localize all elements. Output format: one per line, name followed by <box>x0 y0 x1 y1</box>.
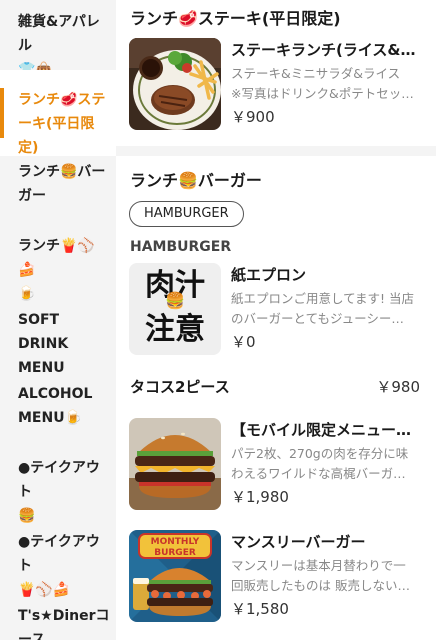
sidebar-item-label: ランチ🥩ステ ーキ(平日限定) <box>18 92 106 156</box>
sidebar-item-lunch-steak[interactable]: ランチ🥩ステ ーキ(平日限定) <box>0 70 116 156</box>
menu-item-price: ￥980 <box>376 378 420 396</box>
menu-item-name: ステーキランチ(ライス&… <box>231 41 416 59</box>
menu-item-description: パテ2枚、270gの肉を存分に味 わえるワイルドな高梶バーガ… <box>231 446 409 481</box>
section-title-burger: ランチ🍔バーガー <box>130 171 262 190</box>
sidebar-item-label: ランチ🍔バー ガー <box>18 164 106 204</box>
monthly-burger-image: MONTHLY BURGER <box>129 530 221 622</box>
juicy-warning-image: 肉汁 🍔 注意 <box>129 263 221 355</box>
sidebar-item-lunch-sides[interactable]: ランチ🍟⚾🍰 🍺 <box>0 234 116 302</box>
sidebar-item-label: SOFT DRINK MENU <box>18 312 69 376</box>
double-burger-image <box>129 418 221 510</box>
sidebar-item-dinner-course[interactable]: T's★Dinerコ ース <box>0 604 116 640</box>
menu-item-description: ステーキ&ミニサラダ&ライス ※写真はドリンク&ポテトセッ… <box>231 66 414 101</box>
sidebar-item-label: ●テイクアウト 🍔 <box>18 460 100 524</box>
menu-item-steak-lunch[interactable]: ステーキランチ(ライス&… ステーキ&ミニサラダ&ライス ※写真はドリンク&ポテ… <box>116 38 436 134</box>
menu-item-name: 紙エプロン <box>231 266 307 284</box>
menu-item-price: ￥900 <box>231 108 275 126</box>
menu-item-price: ￥0 <box>231 333 256 351</box>
menu-item-tacos[interactable]: タコス2ピース ￥980 <box>116 375 436 401</box>
menu-item-description: 紙エプロンご用意してます! 当店 のバーガーとてもジューシー… <box>231 291 414 326</box>
sidebar-item-soft-drink[interactable]: SOFT DRINK MENU <box>0 308 116 376</box>
sidebar-item-takeout-burger[interactable]: ●テイクアウト 🍔 <box>0 456 116 524</box>
tag-chip-hamburger[interactable]: HAMBURGER <box>129 201 244 227</box>
sidebar-item-goods-apparel[interactable]: 雑貨&アパレル 👕👜 <box>0 10 116 78</box>
sidebar-item-alcohol[interactable]: ALCOHOL MENU🍺 <box>0 382 116 442</box>
section-divider <box>116 146 436 156</box>
sidebar-item-label: ALCOHOL MENU🍺 <box>18 386 93 426</box>
menu-item-monthly-burger[interactable]: MONTHLY BURGER マンスリーバーガー マンスリーは基本月替わりで一 … <box>116 530 436 626</box>
menu-item-price: ￥1,980 <box>231 488 289 506</box>
sidebar-item-takeout-sides[interactable]: ●テイクアウト 🍟⚾🍰 <box>0 530 116 598</box>
menu-item-paper-apron[interactable]: 肉汁 🍔 注意 紙エプロン 紙エプロンご用意してます! 当店 のバーガーとてもジ… <box>116 263 436 359</box>
menu-item-name: 【モバイル限定メニュー… <box>231 421 412 439</box>
menu-item-price: ￥1,580 <box>231 600 289 618</box>
svg-text:BURGER: BURGER <box>154 548 196 558</box>
menu-item-mobile-limited-burger[interactable]: 【モバイル限定メニュー… パテ2枚、270gの肉を存分に味 わえるワイルドな高梶… <box>116 418 436 514</box>
menu-item-name: タコス2ピース <box>130 378 230 396</box>
subcategory-heading: HAMBURGER <box>130 239 232 255</box>
steak-plate-image <box>129 38 221 130</box>
category-sidebar: 雑貨&アパレル 👕👜 ランチ🥩ステ ーキ(平日限定) ランチ🍔バー ガー ランチ… <box>0 0 116 640</box>
sidebar-item-label: ランチ🍟⚾🍰 🍺 <box>18 238 95 302</box>
menu-item-name: マンスリーバーガー <box>231 533 366 551</box>
sidebar-item-label: ●テイクアウト 🍟⚾🍰 <box>18 534 100 598</box>
menu-content: ランチ🥩ステーキ(平日限定) ステーキランチ(ライス&… ステーキ&ミニサラダ&… <box>116 0 436 640</box>
section-title-steak: ランチ🥩ステーキ(平日限定) <box>130 9 341 28</box>
sidebar-item-lunch-burger[interactable]: ランチ🍔バー ガー <box>0 160 116 220</box>
menu-item-description: マンスリーは基本月替わりで一 回販売したものは 販売しない… <box>231 558 410 593</box>
sidebar-item-label: T's★Dinerコ ース <box>18 608 110 640</box>
svg-text:MONTHLY: MONTHLY <box>151 537 200 547</box>
